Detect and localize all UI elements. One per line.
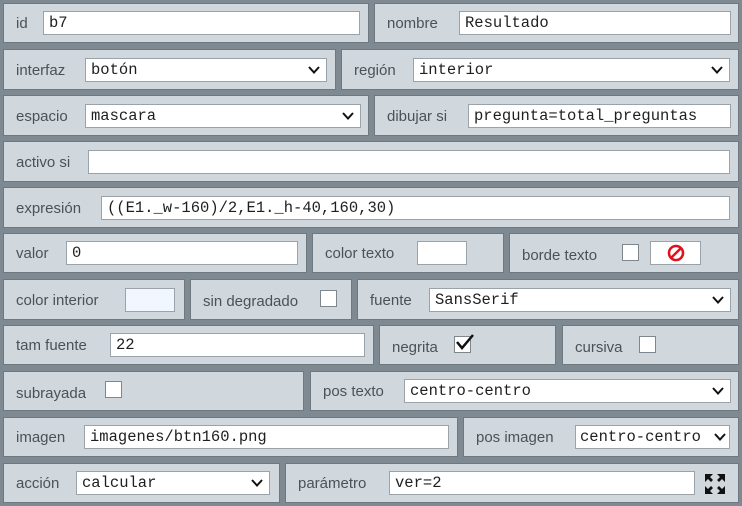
id-label: id (16, 15, 28, 32)
borde-texto-color-button[interactable] (650, 241, 701, 265)
dibujar-si-label: dibujar si (387, 108, 448, 125)
fuente-select[interactable]: SansSerif (429, 288, 731, 312)
color-texto-cell: color texto (312, 233, 504, 273)
expand-button[interactable] (702, 471, 728, 497)
pos-texto-cell: pos texto centro-centro (310, 371, 739, 411)
subrayada-cell: subrayada (3, 371, 304, 411)
cursiva-cell: cursiva (562, 325, 739, 365)
nombre-cell: nombre Resultado (374, 3, 739, 43)
expresion-input[interactable]: ((E1._w-160)/2,E1._h-40,160,30) (101, 196, 730, 220)
color-interior-cell: color interior (3, 279, 185, 320)
valor-input[interactable]: 0 (66, 241, 298, 265)
cursiva-label: cursiva (575, 339, 623, 356)
tam-fuente-label: tam fuente (16, 337, 87, 354)
id-cell: id b7 (3, 3, 369, 43)
negrita-cell: negrita (379, 325, 556, 365)
accion-cell: acción calcular (3, 463, 280, 503)
color-interior-swatch[interactable] (125, 288, 175, 312)
color-interior-label: color interior (16, 292, 99, 309)
subrayada-label: subrayada (16, 385, 87, 402)
interfaz-select[interactable]: botón (85, 58, 327, 82)
cursiva-checkbox[interactable] (639, 336, 656, 353)
pos-texto-select[interactable]: centro-centro (404, 379, 731, 403)
sin-degradado-label: sin degradado (203, 293, 299, 310)
nombre-label: nombre (387, 15, 438, 32)
pos-imagen-select[interactable]: centro-centro (575, 425, 730, 449)
id-input[interactable]: b7 (43, 11, 360, 35)
fuente-cell: fuente SansSerif (357, 279, 739, 320)
parametro-label: parámetro (298, 475, 367, 492)
chevron-down-icon (712, 387, 724, 395)
dibujar-si-cell: dibujar si pregunta=total_preguntas (374, 95, 739, 136)
interfaz-select-value: botón (91, 61, 138, 79)
imagen-input[interactable]: imagenes/btn160.png (84, 425, 449, 449)
valor-label: valor (16, 245, 49, 262)
expresion-label: expresión (16, 200, 82, 217)
tam-fuente-input[interactable]: 22 (110, 333, 365, 357)
espacio-select-value: mascara (91, 107, 157, 125)
accion-select-value: calcular (82, 474, 157, 492)
parametro-input[interactable]: ver=2 (389, 471, 695, 495)
chevron-down-icon (714, 432, 726, 442)
accion-select[interactable]: calcular (76, 471, 270, 495)
parametro-cell: parámetro ver=2 (285, 463, 739, 503)
chevron-down-icon (308, 66, 320, 74)
pos-texto-select-value: centro-centro (410, 382, 531, 400)
region-select[interactable]: interior (413, 58, 730, 82)
interfaz-label: interfaz (16, 62, 66, 79)
color-texto-swatch[interactable] (417, 241, 467, 265)
region-cell: región interior (341, 49, 739, 90)
no-entry-icon (667, 244, 685, 262)
subrayada-checkbox[interactable] (105, 381, 122, 398)
color-texto-label: color texto (325, 245, 395, 262)
dibujar-si-input[interactable]: pregunta=total_preguntas (468, 104, 731, 128)
sin-degradado-checkbox[interactable] (320, 290, 337, 307)
imagen-cell: imagen imagenes/btn160.png (3, 417, 458, 457)
chevron-down-icon (711, 66, 723, 74)
interfaz-cell: interfaz botón (3, 49, 336, 90)
pos-imagen-select-value: centro-centro (580, 428, 701, 446)
borde-texto-label: borde texto (522, 247, 598, 264)
borde-texto-checkbox[interactable] (622, 244, 639, 261)
tam-fuente-cell: tam fuente 22 (3, 325, 374, 365)
valor-cell: valor 0 (3, 233, 307, 273)
pos-imagen-label: pos imagen (476, 429, 554, 446)
espacio-cell: espacio mascara (3, 95, 369, 136)
expand-icon (705, 474, 725, 494)
fuente-select-value: SansSerif (435, 291, 519, 309)
borde-texto-cell: borde texto (509, 233, 739, 273)
fuente-label: fuente (370, 292, 412, 309)
chevron-down-icon (342, 112, 354, 120)
checkmark-icon (456, 334, 474, 350)
activo-si-cell: activo si (3, 141, 739, 182)
expresion-cell: expresión ((E1._w-160)/2,E1._h-40,160,30… (3, 187, 739, 228)
espacio-label: espacio (16, 108, 68, 125)
pos-texto-label: pos texto (323, 383, 384, 400)
imagen-label: imagen (16, 429, 66, 446)
negrita-label: negrita (392, 339, 438, 356)
negrita-checkbox[interactable] (454, 334, 474, 353)
activo-si-label: activo si (16, 154, 71, 171)
accion-label: acción (16, 475, 60, 492)
region-label: región (354, 62, 396, 79)
chevron-down-icon (712, 296, 724, 304)
espacio-select[interactable]: mascara (85, 104, 361, 128)
activo-si-input[interactable] (88, 150, 730, 174)
pos-imagen-cell: pos imagen centro-centro (463, 417, 739, 457)
sin-degradado-cell: sin degradado (190, 279, 352, 320)
chevron-down-icon (251, 479, 263, 487)
nombre-input[interactable]: Resultado (459, 11, 731, 35)
region-select-value: interior (419, 61, 494, 79)
